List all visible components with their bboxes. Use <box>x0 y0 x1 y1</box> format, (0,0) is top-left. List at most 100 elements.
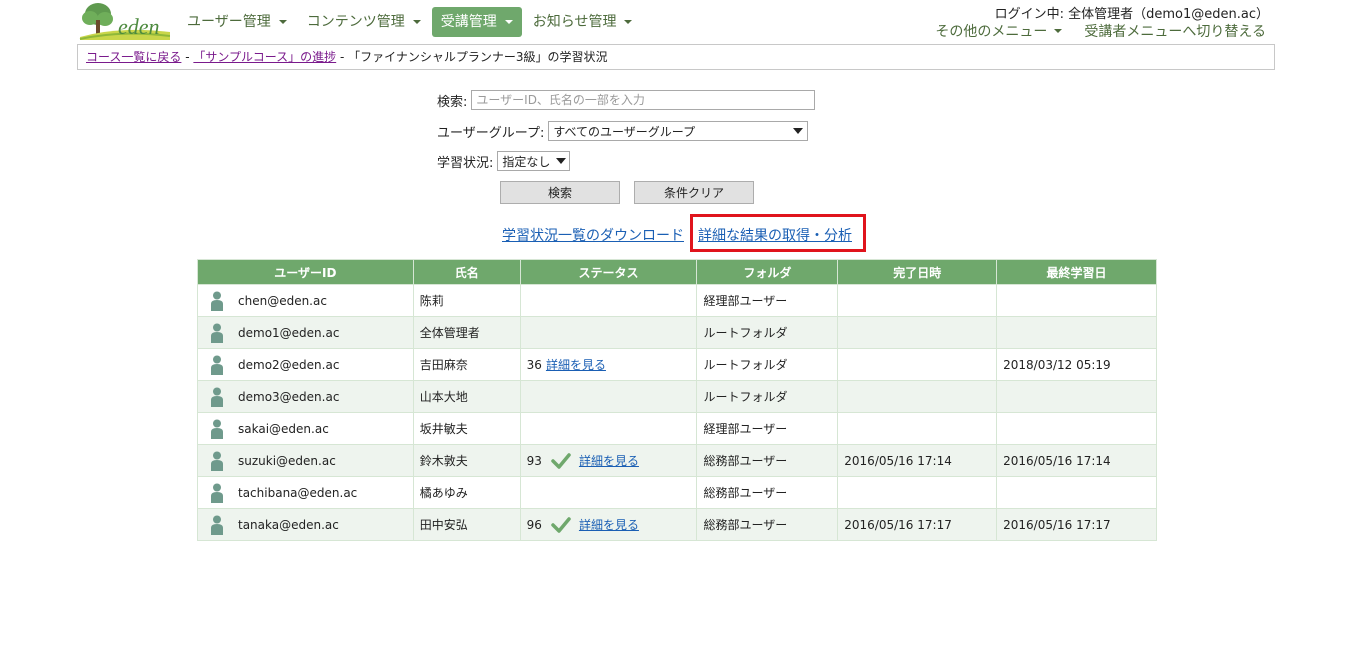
cell-user-id: demo1@eden.ac <box>197 316 414 349</box>
checkmark-icon <box>551 452 571 469</box>
cell-last-study <box>996 316 1157 349</box>
cell-last-study <box>996 380 1157 413</box>
svg-text:eden: eden <box>118 14 160 39</box>
cell-status <box>519 316 698 349</box>
search-label: 検索: <box>437 94 468 110</box>
person-icon <box>211 515 223 535</box>
study-status-select[interactable]: 指定なし <box>497 151 571 171</box>
cell-last-study <box>996 476 1157 509</box>
cell-completed-at <box>837 348 998 381</box>
caret-down-icon <box>556 158 567 164</box>
caret-down-icon <box>793 128 804 134</box>
user-id-text: tachibana@eden.ac <box>238 485 358 500</box>
user-id-text: tanaka@eden.ac <box>238 517 339 532</box>
cell-status: 36 詳細を見る <box>519 348 698 381</box>
user-group-select[interactable]: すべてのユーザーグループ <box>548 121 809 141</box>
table-row: chen@eden.ac 陈莉 経理部ユーザー <box>197 284 1157 317</box>
person-icon <box>211 419 223 439</box>
search-input[interactable] <box>471 90 816 110</box>
table-row: demo3@eden.ac 山本大地 ルートフォルダ <box>197 380 1157 413</box>
table-row: demo2@eden.ac 吉田麻奈 36 詳細を見る ルートフォルダ 2018/03/1… <box>197 348 1157 381</box>
detailed-analysis-link[interactable]: 詳細な結果の取得・分析 <box>698 228 852 244</box>
user-group-row: ユーザーグループ: すべてのユーザーグループ <box>437 121 809 141</box>
cell-completed-at: 2016/05/16 17:14 <box>837 444 998 477</box>
caret-down-icon <box>1054 29 1063 33</box>
person-icon <box>211 387 223 407</box>
cell-status: 93 詳細を見る <box>519 444 698 477</box>
study-status-label: 学習状況: <box>437 155 494 171</box>
cell-folder: ルートフォルダ <box>696 348 839 381</box>
checkmark-icon <box>551 516 571 533</box>
cell-last-study <box>996 412 1157 445</box>
cell-folder: ルートフォルダ <box>696 380 839 413</box>
nav-notice-management[interactable]: お知らせ管理 <box>524 7 642 37</box>
user-id-text: sakai@eden.ac <box>238 421 329 436</box>
view-detail-link[interactable]: 詳細を見る <box>546 356 606 373</box>
cell-folder: ルートフォルダ <box>696 316 839 349</box>
eden-logo[interactable]: eden <box>78 2 170 40</box>
cell-status: 96 詳細を見る <box>519 508 698 541</box>
nav-label: コンテンツ管理 <box>306 14 405 30</box>
search-buttons: 検索 条件クリア <box>500 181 754 204</box>
cell-folder: 経理部ユーザー <box>696 284 839 317</box>
switch-to-learner-menu[interactable]: 受講者メニューへ切り替える <box>1084 21 1266 41</box>
status-score: 36 <box>526 357 542 372</box>
download-status-link[interactable]: 学習状況一覧のダウンロード <box>502 225 684 245</box>
user-group-label: ユーザーグループ: <box>437 125 545 141</box>
col-header-user-id[interactable]: ユーザーID <box>197 259 414 285</box>
other-menu-dropdown[interactable]: その他のメニュー <box>935 21 1063 41</box>
search-row: 検索: <box>437 90 816 110</box>
caret-down-icon <box>504 20 513 24</box>
user-id-text: suzuki@eden.ac <box>238 453 336 468</box>
breadcrumb-course-progress[interactable]: 「サンプルコース」の進捗 <box>193 50 336 64</box>
col-header-completed-at[interactable]: 完了日時 <box>837 259 998 285</box>
table-row: tachibana@eden.ac 橘あゆみ 総務部ユーザー <box>197 476 1157 509</box>
breadcrumb: コース一覧に戻る - 「サンプルコース」の進捗 - 「ファイナンシャルプランナー… <box>77 44 1275 70</box>
col-header-last-study[interactable]: 最終学習日 <box>996 259 1157 285</box>
person-icon <box>211 483 223 503</box>
user-id-text: chen@eden.ac <box>238 293 327 308</box>
cell-name: 全体管理者 <box>412 316 521 349</box>
cell-last-study: 2016/05/16 17:17 <box>996 508 1157 541</box>
analysis-link-wrap: 詳細な結果の取得・分析 <box>698 225 852 245</box>
cell-user-id: sakai@eden.ac <box>197 412 414 445</box>
download-links: 学習状況一覧のダウンロード <box>502 225 684 245</box>
user-id-text: demo1@eden.ac <box>238 325 340 340</box>
caret-down-icon <box>412 20 421 24</box>
nav-label: お知らせ管理 <box>532 14 617 30</box>
cell-status <box>519 284 698 317</box>
cell-user-id: chen@eden.ac <box>197 284 414 317</box>
nav-course-management[interactable]: 受講管理 <box>431 7 522 37</box>
cell-name: 坂井敏夫 <box>412 412 521 445</box>
cell-status <box>519 412 698 445</box>
cell-folder: 総務部ユーザー <box>696 444 839 477</box>
cell-completed-at <box>837 316 998 349</box>
cell-last-study: 2016/05/16 17:14 <box>996 444 1157 477</box>
cell-name: 吉田麻奈 <box>412 348 521 381</box>
nav-content-management[interactable]: コンテンツ管理 <box>298 7 430 37</box>
col-header-name[interactable]: 氏名 <box>412 259 521 285</box>
status-score: 96 <box>526 517 542 532</box>
status-score: 93 <box>526 453 542 468</box>
col-header-status[interactable]: ステータス <box>519 259 698 285</box>
cell-user-id: suzuki@eden.ac <box>197 444 414 477</box>
login-status: ログイン中: 全体管理者（demo1@eden.ac） <box>994 7 1269 22</box>
view-detail-link[interactable]: 詳細を見る <box>579 452 639 469</box>
col-header-folder[interactable]: フォルダ <box>696 259 839 285</box>
nav-user-management[interactable]: ユーザー管理 <box>178 7 296 37</box>
caret-down-icon <box>278 20 287 24</box>
caret-down-icon <box>624 20 633 24</box>
person-icon <box>211 291 223 311</box>
cell-user-id: tanaka@eden.ac <box>197 508 414 541</box>
breadcrumb-course-list[interactable]: コース一覧に戻る <box>86 50 181 64</box>
table-header-row: ユーザーID 氏名 ステータス フォルダ 完了日時 最終学習日 <box>197 259 1157 285</box>
clear-button[interactable]: 条件クリア <box>634 181 754 204</box>
other-menu-label: その他のメニュー <box>935 24 1048 40</box>
cell-folder: 経理部ユーザー <box>696 412 839 445</box>
nav-label: 受講管理 <box>440 14 497 30</box>
cell-folder: 総務部ユーザー <box>696 476 839 509</box>
view-detail-link[interactable]: 詳細を見る <box>579 516 639 533</box>
person-icon <box>211 355 223 375</box>
search-button[interactable]: 検索 <box>500 181 620 204</box>
cell-user-id: demo3@eden.ac <box>197 380 414 413</box>
